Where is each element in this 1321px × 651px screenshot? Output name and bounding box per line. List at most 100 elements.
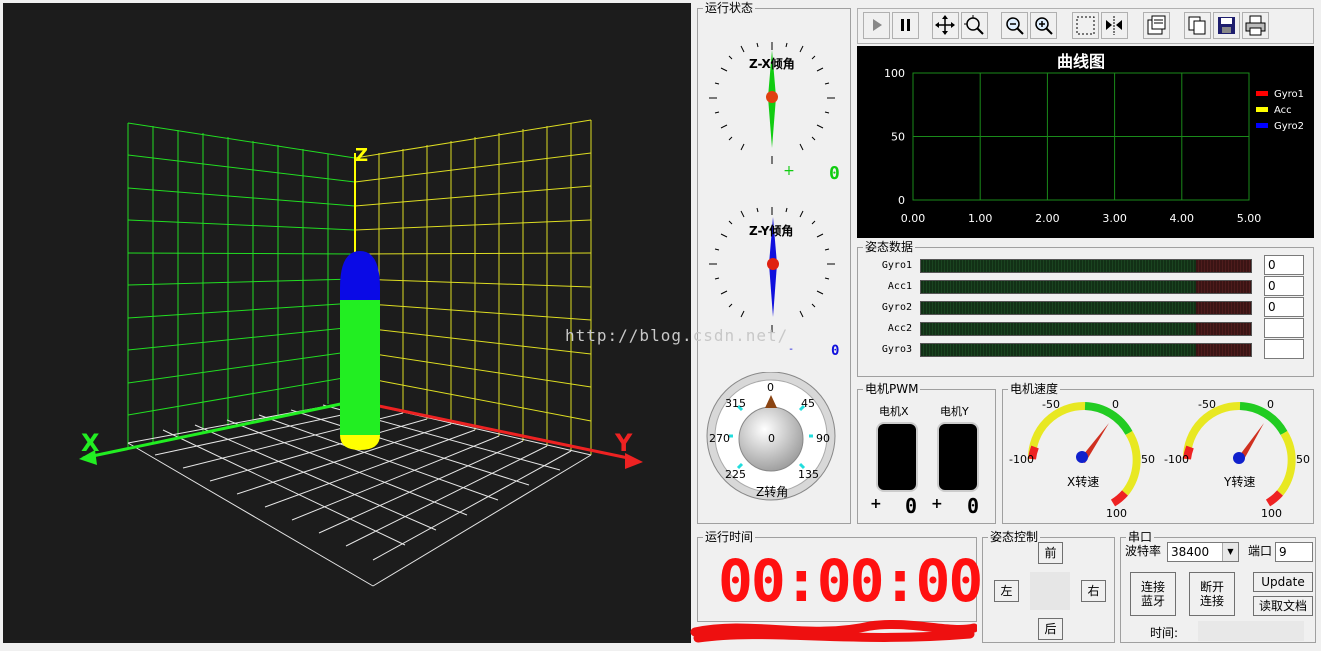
speed-x-label: X转速 [1067, 475, 1100, 489]
attitude-row-value[interactable]: 0 [1264, 276, 1304, 296]
runtime-group-title: 运行时间 [703, 530, 756, 544]
save-icon[interactable] [1213, 12, 1240, 39]
attitude-row-bar [920, 280, 1252, 294]
attitude-row-bar [920, 259, 1252, 273]
x-tick-label: 1.00 [968, 212, 993, 225]
pause-icon[interactable] [892, 12, 919, 39]
pwm-group-title: 电机PWM [863, 382, 921, 396]
move-icon[interactable] [932, 12, 959, 39]
attitude-row-label: Gyro2 [881, 302, 912, 313]
dial-zx-readout: 0 [829, 163, 840, 184]
attitude-row-bar [920, 301, 1252, 315]
line-chart: 曲线图 0.00 1.00 2.00 3.00 4.00 5.00 0 50 100 Gyro1 Ac… [857, 46, 1314, 238]
right-button[interactable]: 右 [1081, 580, 1106, 602]
legend-swatch [1256, 123, 1268, 128]
zoom-fit-icon[interactable] [961, 12, 988, 39]
time-label: 时间: [1150, 626, 1179, 640]
speed-y-tick-100: 100 [1261, 507, 1282, 520]
dial-zx-title: Z-X倾角 [749, 57, 795, 71]
back-button[interactable]: 后 [1038, 618, 1063, 640]
legend-label: Gyro1 [1274, 89, 1304, 100]
legend-swatch [1256, 107, 1268, 112]
attitude-row-value[interactable]: 0 [1264, 297, 1304, 317]
dial-zx-svg: + [709, 42, 835, 179]
x-axis-label: X [81, 429, 100, 457]
y-axis-label: Y [614, 429, 633, 457]
pwm-y-value: 0 [967, 494, 980, 518]
pwm-x-sign: + [870, 496, 882, 512]
scene-3d-viewport[interactable]: Z X Y [3, 3, 691, 643]
dial-zx-hub [766, 91, 778, 103]
attitude-row-bar [920, 322, 1252, 336]
chart-toolbar [857, 8, 1314, 44]
play-icon[interactable] [863, 12, 890, 39]
pwm-motor-y-bar [937, 422, 979, 492]
compass-tick-225: 225 [725, 468, 746, 481]
legend-swatch [1256, 91, 1268, 96]
speed-y-tick-neg100: -100 [1164, 453, 1189, 466]
time-field [1198, 621, 1304, 641]
attitude-row-label: Gyro3 [881, 344, 912, 355]
control-pad[interactable] [1030, 572, 1070, 610]
svg-text:-: - [789, 344, 793, 355]
read-doc-button[interactable]: 读取文档 [1253, 596, 1313, 616]
attitude-row-value[interactable] [1264, 318, 1304, 338]
compass-dial: 0 45 90 135 225 270 315 0 Z转角 [705, 371, 840, 504]
pwm-x-value: 0 [905, 494, 918, 518]
dial-zy-title: Z-Y倾角 [749, 224, 794, 238]
compass-tick-90: 90 [816, 432, 830, 445]
pwm-y-sign: + [931, 496, 943, 512]
pwm-motor-x-label: 电机X [879, 405, 909, 418]
attitude-row-value[interactable] [1264, 339, 1304, 359]
flip-icon[interactable] [1101, 12, 1128, 39]
zoom-in-icon[interactable] [1030, 12, 1057, 39]
connect-bluetooth-button[interactable]: 连接蓝牙 [1130, 572, 1176, 616]
svg-text:+: + [783, 163, 795, 179]
status-group-title: 运行状态 [703, 1, 756, 15]
x-tick-label: 3.00 [1102, 212, 1127, 225]
print-icon[interactable] [1242, 12, 1269, 39]
y-tick-label: 50 [891, 131, 905, 144]
chart-title: 曲线图 [1057, 52, 1105, 71]
attitude-row-value[interactable]: 0 [1264, 255, 1304, 275]
x-tick-label: 0.00 [901, 212, 926, 225]
baud-select[interactable]: 38400 ▼ [1167, 542, 1239, 562]
zoom-out-icon[interactable] [1001, 12, 1028, 39]
left-button[interactable]: 左 [994, 580, 1019, 602]
compass-tick-270: 270 [709, 432, 730, 445]
runtime-display: 00:00:00 [718, 547, 983, 615]
speed-y-label: Y转速 [1224, 475, 1256, 489]
copy-icon[interactable] [1184, 12, 1211, 39]
baud-select-value: 38400 [1171, 545, 1210, 559]
disconnect-button[interactable]: 断开连接 [1189, 572, 1235, 616]
x-axis-line [82, 399, 356, 460]
scene-3d-svg: Z X Y [79, 119, 643, 587]
speed-x-tick-100: 100 [1106, 507, 1127, 520]
chevron-down-icon: ▼ [1222, 543, 1238, 561]
speed-group-title: 电机速度 [1008, 382, 1061, 396]
speed-y-tick-50: 50 [1296, 453, 1310, 466]
attitude-row-label: Acc1 [887, 281, 912, 292]
speed-x-tick-0: 0 [1112, 398, 1119, 411]
pwm-motor-y-label: 电机Y [940, 405, 969, 418]
capsule-model [340, 251, 380, 450]
attitude-row-bar [920, 343, 1252, 357]
x-tick-label: 5.00 [1237, 212, 1262, 225]
z-axis-label: Z [355, 145, 368, 166]
line-chart-svg: 曲线图 0.00 1.00 2.00 3.00 4.00 5.00 0 50 100 Gyro1 Ac… [884, 52, 1304, 225]
select-rect-icon[interactable] [1072, 12, 1099, 39]
y-tick-label: 0 [898, 194, 905, 207]
update-button[interactable]: Update [1253, 572, 1313, 592]
front-button[interactable]: 前 [1038, 542, 1063, 564]
speed-y-tick-0: 0 [1267, 398, 1274, 411]
baud-label: 波特率 [1125, 544, 1162, 558]
y-tick-label: 100 [884, 67, 905, 80]
port-input[interactable]: 9 [1275, 542, 1313, 562]
properties-icon[interactable] [1143, 12, 1170, 39]
speed-y-tick-neg50: -50 [1198, 398, 1216, 411]
speed-gauge-y: -100 -50 0 50 100 Y转速 [1160, 395, 1310, 520]
compass-tick-0: 0 [767, 381, 774, 394]
attitude-row-label: Acc2 [887, 323, 912, 334]
wall-x-grid [127, 122, 356, 448]
wall-y-grid [354, 119, 592, 455]
